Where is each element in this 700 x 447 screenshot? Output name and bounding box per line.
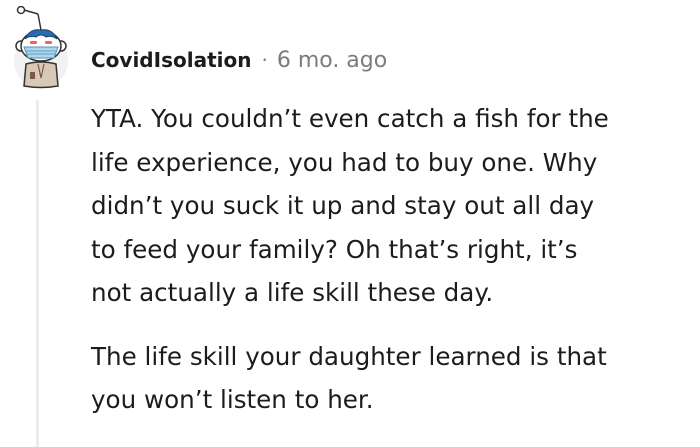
username-link[interactable]: CovidIsolation xyxy=(91,48,251,72)
timestamp-link[interactable]: 6 mo. ago xyxy=(277,48,387,73)
user-avatar[interactable] xyxy=(8,5,74,90)
comment-paragraph: YTA. You couldn’t even catch a fish for … xyxy=(91,104,609,307)
comment: CovidIsolation · 6 mo. ago YTA. You coul… xyxy=(0,0,700,447)
comment-header: CovidIsolation · 6 mo. ago xyxy=(91,44,387,76)
thread-collapse-line[interactable] xyxy=(36,100,39,447)
meta-separator: · xyxy=(261,48,268,72)
comment-paragraph: The life skill your daughter learned is … xyxy=(91,341,607,415)
snoo-avatar-with-mask-icon xyxy=(14,5,68,89)
comment-body: YTA. You couldn’t even catch a fish for … xyxy=(91,97,691,442)
